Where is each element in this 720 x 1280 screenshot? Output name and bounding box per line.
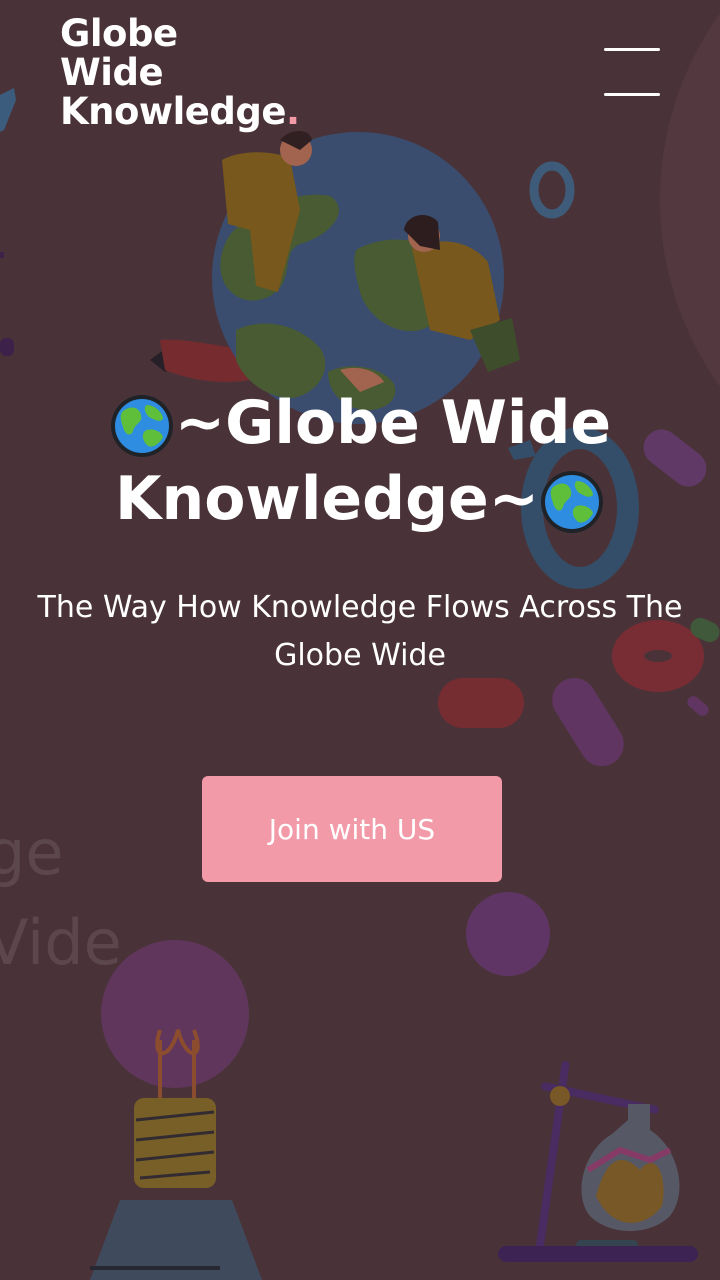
earth-globe-icon bbox=[109, 393, 175, 459]
hero-subtitle: The Way How Knowledge Flows Across The G… bbox=[37, 590, 683, 673]
earth-globe-icon bbox=[539, 469, 605, 535]
hamburger-icon[interactable] bbox=[604, 46, 660, 98]
join-button[interactable]: Join with US bbox=[202, 776, 502, 882]
brand-line-1: Globe bbox=[60, 12, 178, 55]
brand-line-2: Wide bbox=[60, 51, 164, 94]
hero-title-line-1: ~Globe Wide bbox=[174, 388, 612, 458]
background-watermark-text: ge Vide bbox=[0, 816, 122, 979]
hero-title-line-2: Knowledge~ bbox=[115, 464, 539, 534]
menu-bar-bottom bbox=[604, 93, 660, 96]
brand-logo[interactable]: Globe Wide Knowledge. bbox=[60, 14, 300, 131]
menu-bar-top bbox=[604, 48, 660, 51]
brand-dot: . bbox=[285, 90, 300, 133]
page: ge Vide Globe Wide Knowledge. ~Globe Wid… bbox=[0, 0, 720, 1280]
hero-title: ~Globe Wide Knowledge~ bbox=[40, 385, 680, 537]
brand-line-3: Knowledge bbox=[60, 90, 286, 133]
